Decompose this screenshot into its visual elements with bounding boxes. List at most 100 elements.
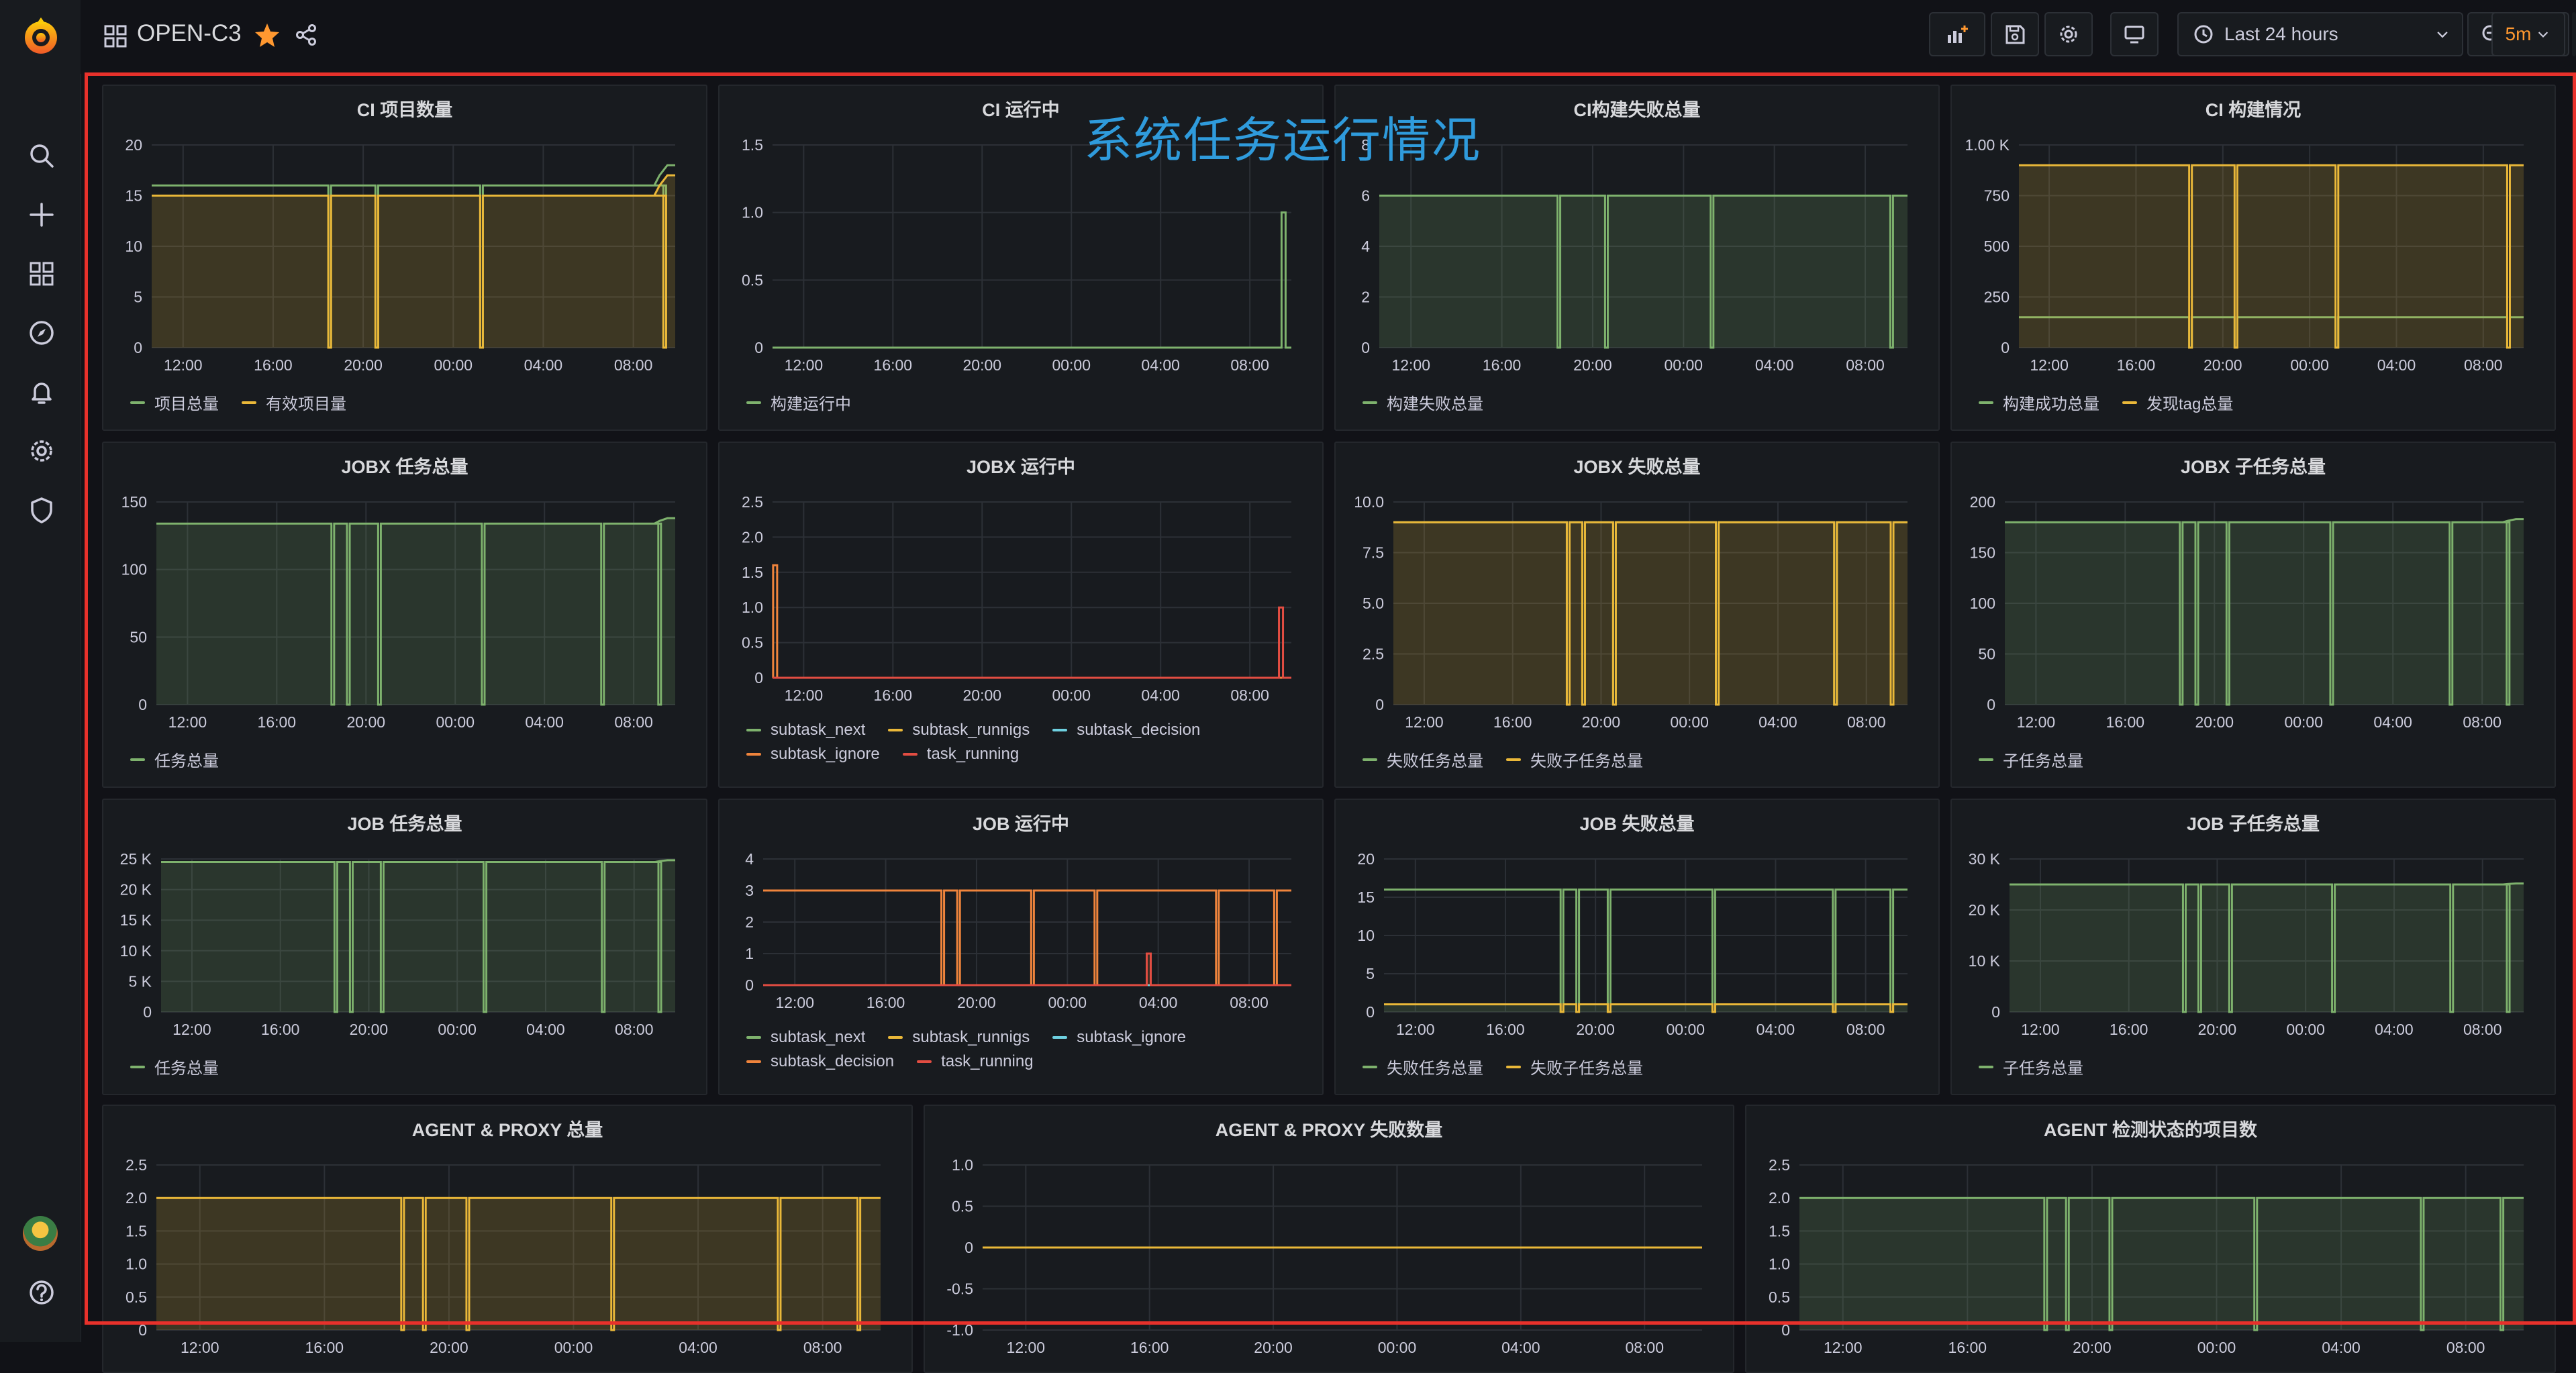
y-tick-label: 2.5	[126, 1156, 147, 1174]
legend-item[interactable]: 子任务总量	[1979, 748, 2083, 771]
x-tick-label: 00:00	[438, 1021, 477, 1038]
legend-item[interactable]: 构建失败总量	[1363, 391, 1483, 414]
legend-swatch	[1052, 1036, 1068, 1039]
panel[interactable]: JOBX 失败总量 0 2.5 5.0 7.5 10.0 12:00 16:00 20:00 00…	[1334, 442, 1940, 788]
dashboard-title[interactable]: OPEN-C3	[137, 20, 242, 47]
y-tick-label: 20 K	[1969, 901, 2001, 919]
panel[interactable]: AGENT & PROXY 总量 0 0.5 1.0 1.5 2.0 2.5 12:00 16:…	[102, 1105, 913, 1373]
legend-item[interactable]: 失败任务总量	[1363, 748, 1483, 771]
legend-item[interactable]: 失败任务总量	[1363, 1055, 1483, 1078]
dashboards-icon[interactable]	[27, 259, 56, 289]
search-icon[interactable]	[27, 141, 56, 170]
add-panel-button[interactable]	[1929, 12, 1985, 56]
x-tick-label: 20:00	[344, 356, 383, 374]
legend-item[interactable]: task_running	[917, 1052, 1034, 1071]
y-tick-label: 0	[1987, 696, 1995, 713]
legend-item[interactable]: 发现tag总量	[2122, 391, 2233, 414]
share-icon[interactable]	[294, 23, 318, 47]
legend-item[interactable]: subtask_ignore	[1052, 1028, 1186, 1047]
grafana-logo-icon[interactable]	[20, 13, 62, 59]
y-tick-label: 0.5	[952, 1198, 973, 1215]
y-tick-label: 150	[121, 493, 147, 511]
legend-label: 构建失败总量	[1387, 395, 1483, 413]
star-icon[interactable]	[254, 21, 281, 48]
panel[interactable]: JOB 子任务总量 0 10 K 20 K 30 K 12:00 16:00 20:00 00:…	[1950, 799, 2556, 1095]
legend-item[interactable]: 任务总量	[130, 748, 219, 771]
y-tick-label: 2	[745, 913, 754, 931]
legend-item[interactable]: 子任务总量	[1979, 1055, 2083, 1078]
legend-label: subtask_next	[771, 1028, 866, 1046]
legend-item[interactable]: 失败子任务总量	[1506, 1055, 1643, 1078]
legend-item[interactable]: subtask_ignore	[746, 745, 880, 764]
x-tick-label: 08:00	[2446, 1339, 2485, 1356]
x-tick-label: 04:00	[1758, 713, 1797, 731]
legend-item[interactable]: subtask_runnigs	[888, 721, 1030, 740]
panel[interactable]: JOB 任务总量 0 5 K 10 K 15 K 20 K 25 K 12:00 16:00 20…	[102, 799, 707, 1095]
x-tick-label: 12:00	[2017, 713, 2056, 731]
sidebar	[0, 0, 81, 1342]
x-tick-label: 12:00	[172, 1021, 211, 1038]
alerting-icon[interactable]	[27, 377, 56, 407]
x-tick-label: 08:00	[1230, 994, 1269, 1011]
y-tick-label: 5	[134, 289, 142, 306]
legend-item[interactable]: subtask_next	[746, 721, 865, 740]
legend-swatch	[1979, 401, 1993, 404]
panel[interactable]: CI 项目数量 0 5 10 15 20 12:00 16:00 20:00 00:00 04:00…	[102, 85, 707, 431]
tv-mode-button[interactable]	[2110, 12, 2159, 56]
y-tick-label: 2.5	[1363, 646, 1384, 663]
legend-item[interactable]: 项目总量	[130, 391, 219, 414]
x-tick-label: 04:00	[2373, 713, 2412, 731]
help-icon[interactable]	[27, 1278, 56, 1307]
settings-icon[interactable]	[27, 436, 56, 466]
legend-label: 发现tag总量	[2146, 395, 2234, 413]
legend-item[interactable]: 构建运行中	[746, 391, 851, 414]
legend-item[interactable]: subtask_decision	[746, 1052, 894, 1071]
x-tick-label: 12:00	[2021, 1021, 2060, 1038]
x-tick-label: 16:00	[2117, 356, 2156, 374]
x-tick-label: 08:00	[614, 356, 653, 374]
plus-icon[interactable]	[27, 200, 56, 230]
explore-icon[interactable]	[27, 318, 56, 348]
legend-swatch	[1363, 1065, 1377, 1068]
shield-icon[interactable]	[27, 495, 56, 525]
panel[interactable]: JOBX 子任务总量 0 50 100 150 200 12:00 16:00 20:00 00:…	[1950, 442, 2556, 788]
legend-item[interactable]: subtask_decision	[1052, 721, 1200, 740]
legend-item[interactable]: task_running	[902, 745, 1019, 764]
series-area	[156, 518, 675, 705]
legend-swatch	[1363, 758, 1377, 761]
y-tick-label: 2.0	[126, 1189, 147, 1207]
x-tick-label: 08:00	[615, 1021, 654, 1038]
refresh-interval-label: 5m	[2505, 23, 2532, 44]
legend-swatch	[2122, 401, 2137, 404]
legend-item[interactable]: 构建成功总量	[1979, 391, 2099, 414]
x-tick-label: 08:00	[1846, 1021, 1885, 1038]
panel[interactable]: AGENT 检测状态的项目数 0 0.5 1.0 1.5 2.0 2.5 12:00 16:00…	[1745, 1105, 2556, 1373]
panel[interactable]: JOBX 任务总量 0 50 100 150 12:00 16:00 20:00 00:00 04…	[102, 442, 707, 788]
x-tick-label: 16:00	[254, 356, 293, 374]
avatar[interactable]	[23, 1216, 58, 1251]
x-tick-label: 00:00	[2197, 1339, 2236, 1356]
legend-item[interactable]: 任务总量	[130, 1055, 219, 1078]
y-tick-label: 25 K	[120, 850, 152, 868]
y-tick-label: 1.5	[1769, 1222, 1790, 1239]
legend-item[interactable]: 失败子任务总量	[1506, 748, 1643, 771]
chart-svg: 0 0.5 1.0 1.5 2.0 2.5 12:00 16:00 20:00 00:00 04:0…	[1769, 1156, 2524, 1356]
legend-item[interactable]: subtask_runnigs	[888, 1028, 1030, 1047]
legend-item[interactable]: subtask_next	[746, 1028, 865, 1047]
y-tick-label: 30 K	[1969, 850, 2001, 868]
x-tick-label: 16:00	[1130, 1339, 1169, 1356]
time-range-picker[interactable]: Last 24 hours	[2177, 12, 2463, 56]
legend-item[interactable]: 有效项目量	[242, 391, 346, 414]
dashboard-settings-button[interactable]	[2044, 12, 2093, 56]
x-tick-label: 16:00	[1948, 1339, 1987, 1356]
panel[interactable]: AGENT & PROXY 失败数量 -1.0 -0.5 0 0.5 1.0 12:00 16…	[924, 1105, 1734, 1373]
series-area	[156, 1198, 881, 1330]
panel[interactable]: JOBX 运行中 0 0.5 1.0 1.5 2.0 2.5 12:00 16:00 20:00 0…	[718, 442, 1324, 788]
refresh-interval-picker[interactable]: 5m	[2491, 12, 2565, 56]
panel[interactable]: CI 构建情况 0 250 500 750 1.00 K 12:00 16:00 20:00 00…	[1950, 85, 2556, 431]
x-tick-label: 16:00	[1486, 1021, 1525, 1038]
x-tick-label: 04:00	[1141, 356, 1180, 374]
panel[interactable]: JOB 失败总量 0 5 10 15 20 12:00 16:00 20:00 00:00 04:0…	[1334, 799, 1940, 1095]
save-dashboard-button[interactable]	[1991, 12, 2039, 56]
panel[interactable]: JOB 运行中 0 1 2 3 4 12:00 16:00 20:00 00:00 04:00 08:…	[718, 799, 1324, 1095]
